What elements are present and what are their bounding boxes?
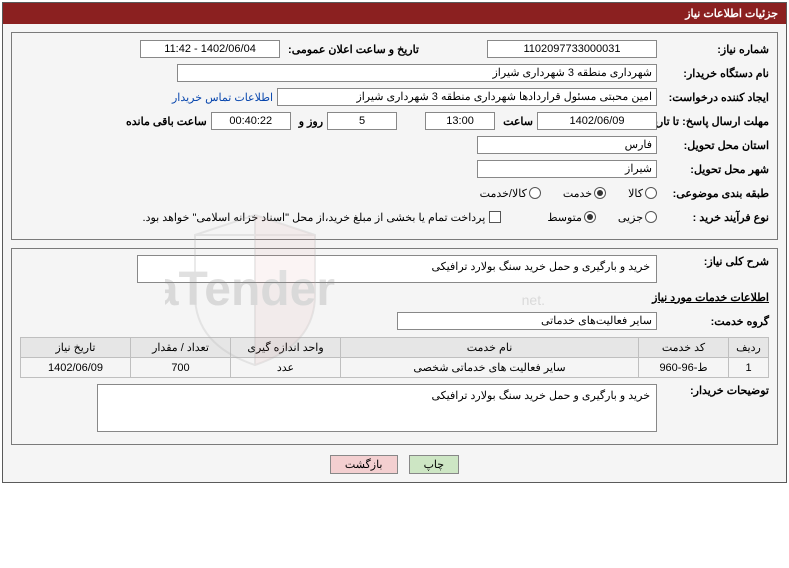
radio-minor-label: جزیی (618, 211, 643, 224)
label-service-group: گروه خدمت: (661, 315, 769, 328)
th-row: ردیف (729, 338, 769, 358)
main-panel: جزئیات اطلاعات نیاز شماره نیاز: 11020977… (2, 2, 787, 483)
radio-goods-label: کالا (628, 187, 643, 200)
radio-goods-service-label: کالا/خدمت (480, 187, 527, 200)
table-row: 1 ط-96-960 سایر فعالیت های خدماتی شخصی ع… (21, 358, 769, 378)
label-payment-note: پرداخت تمام یا بخشی از مبلغ خرید،از محل … (143, 211, 486, 224)
radio-service-label: خدمت (563, 187, 592, 200)
label-subject-class: طبقه بندی موضوعی: (661, 187, 769, 200)
radio-dot-icon (645, 187, 657, 199)
th-name: نام خدمت (341, 338, 639, 358)
label-buyer-notes: توضیحات خریدار: (661, 384, 769, 397)
cell-code: ط-96-960 (639, 358, 729, 378)
radio-service[interactable]: خدمت (563, 187, 606, 200)
field-time-left: 00:40:22 (211, 112, 291, 130)
label-announce-dt: تاریخ و ساعت اعلان عمومی: (284, 43, 419, 56)
cell-unit: عدد (231, 358, 341, 378)
panel-title: جزئیات اطلاعات نیاز (3, 3, 786, 24)
field-requester: امین محبتی مسئول قراردادها شهرداری منطقه… (277, 88, 657, 106)
label-province: استان محل تحویل: (661, 139, 769, 152)
field-service-group: سایر فعالیت‌های خدماتی (397, 312, 657, 330)
label-days-and: روز و (295, 115, 323, 128)
radio-dot-icon (594, 187, 606, 199)
label-service-info: اطلاعات خدمات مورد نیاز (648, 291, 769, 304)
field-city: شیراز (477, 160, 657, 178)
radio-goods[interactable]: کالا (628, 187, 657, 200)
label-at: ساعت (499, 115, 533, 128)
cell-name: سایر فعالیت های خدماتی شخصی (341, 358, 639, 378)
cell-qty: 700 (131, 358, 231, 378)
label-deadline: مهلت ارسال پاسخ: تا تاریخ: (661, 115, 769, 128)
th-qty: تعداد / مقدار (131, 338, 231, 358)
field-need-summary: خرید و بارگیری و حمل خرید سنگ بولارد ترا… (137, 255, 657, 283)
field-days-left: 5 (327, 112, 397, 130)
cell-row: 1 (729, 358, 769, 378)
radio-dot-icon (584, 211, 596, 223)
label-need-no: شماره نیاز: (661, 43, 769, 56)
radio-dot-icon (645, 211, 657, 223)
cell-date: 1402/06/09 (21, 358, 131, 378)
radio-medium-label: متوسط (547, 211, 582, 224)
label-requester: ایجاد کننده درخواست: (661, 91, 769, 104)
field-deadline-time: 13:00 (425, 112, 495, 130)
th-date: تاریخ نیاز (21, 338, 131, 358)
print-button[interactable]: چاپ (409, 455, 460, 474)
field-deadline-date: 1402/06/09 (537, 112, 657, 130)
label-city: شهر محل تحویل: (661, 163, 769, 176)
label-need-summary: شرح کلی نیاز: (661, 255, 769, 268)
radio-minor[interactable]: جزیی (618, 211, 657, 224)
field-province: فارس (477, 136, 657, 154)
radio-goods-service[interactable]: کالا/خدمت (480, 187, 541, 200)
link-buyer-contact[interactable]: اطلاعات تماس خریدار (172, 91, 273, 104)
radio-dot-icon (529, 187, 541, 199)
th-unit: واحد اندازه گیری (231, 338, 341, 358)
button-row: چاپ بازگشت (11, 455, 778, 474)
checkbox-payment[interactable] (489, 211, 501, 223)
field-buyer-org: شهرداری منطقه 3 شهرداری شیراز (177, 64, 657, 82)
label-remaining: ساعت باقی مانده (122, 115, 207, 128)
field-need-no: 1102097733000031 (487, 40, 657, 58)
label-buyer-org: نام دستگاه خریدار: (661, 67, 769, 80)
field-buyer-notes: خرید و بارگیری و حمل خرید سنگ بولارد ترا… (97, 384, 657, 432)
info-box: شماره نیاز: 1102097733000031 تاریخ و ساع… (11, 32, 778, 240)
service-table: ردیف کد خدمت نام خدمت واحد اندازه گیری ت… (20, 337, 769, 378)
label-purchase-type: نوع فرآیند خرید : (661, 211, 769, 224)
summary-box: شرح کلی نیاز: خرید و بارگیری و حمل خرید … (11, 248, 778, 445)
field-announce-dt: 1402/06/04 - 11:42 (140, 40, 280, 58)
back-button[interactable]: بازگشت (330, 455, 398, 474)
th-code: کد خدمت (639, 338, 729, 358)
radio-medium[interactable]: متوسط (547, 211, 596, 224)
